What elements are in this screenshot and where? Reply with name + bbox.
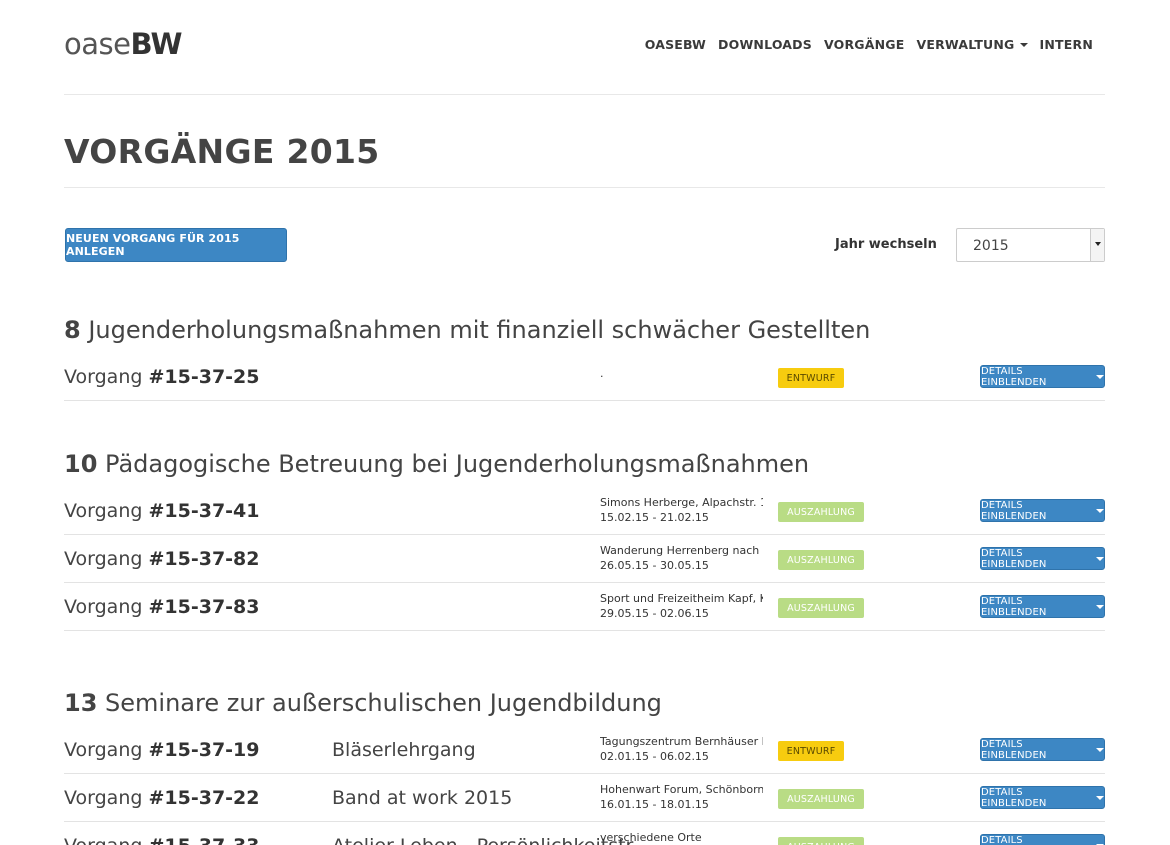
table-row: Vorgang #15-37-82 Wanderung Herrenberg n… xyxy=(64,535,1105,583)
status-badge: AUSZAHLUNG xyxy=(778,550,864,570)
vorgang-location: Sport und Freizeitheim Kapf, Kap 29.05.15… xyxy=(600,592,763,620)
status-badge: AUSZAHLUNG xyxy=(778,502,864,522)
details-button[interactable]: DETAILS EINBLENDEN xyxy=(980,786,1105,809)
vorgang-location: Simons Herberge, Alpachstr. 17, 15.02.15 … xyxy=(600,496,763,524)
table-row: Vorgang #15-37-22 Band at work 2015 Hohe… xyxy=(64,774,1105,822)
main-nav: OASEBW DOWNLOADS VORGÄNGE VERWALTUNG INT… xyxy=(645,37,1093,52)
header-divider xyxy=(64,94,1105,95)
vorgang-location: Wanderung Herrenberg nach St 26.05.15 - 3… xyxy=(600,544,763,572)
table-row: Vorgang #15-37-33 Atelier Leben - Persön… xyxy=(64,822,1105,845)
group-title: 13 Seminare zur außerschulischen Jugendb… xyxy=(64,689,662,717)
vorgang-location: verschiedene Orte xyxy=(600,831,702,844)
year-label: Jahr wechseln xyxy=(835,237,937,252)
chevron-down-icon xyxy=(1096,374,1104,379)
vorgang-id[interactable]: Vorgang #15-37-19 xyxy=(64,739,260,761)
status-badge: AUSZAHLUNG xyxy=(778,837,864,845)
nav-item-verwaltung[interactable]: VERWALTUNG xyxy=(916,37,1028,52)
vorgang-name: Band at work 2015 xyxy=(332,787,513,809)
table-row: Vorgang #15-37-83 Sport und Freizeitheim… xyxy=(64,583,1105,631)
vorgang-id[interactable]: Vorgang #15-37-82 xyxy=(64,548,260,570)
status-badge: ENTWURF xyxy=(778,368,844,388)
vorgang-location: Tagungszentrum Bernhäuser Fo 02.01.15 - 0… xyxy=(600,735,763,763)
group-title: 10 Pädagogische Betreuung bei Jugenderho… xyxy=(64,450,810,478)
nav-item-intern[interactable]: INTERN xyxy=(1040,37,1093,52)
details-button[interactable]: DETAILS EINBLENDEN xyxy=(980,547,1105,570)
brand-logo[interactable]: oaseBW xyxy=(64,27,182,61)
vorgang-id[interactable]: Vorgang #15-37-41 xyxy=(64,500,260,522)
vorgang-id[interactable]: Vorgang #15-37-83 xyxy=(64,596,260,618)
title-divider xyxy=(64,187,1105,188)
nav-item-downloads[interactable]: DOWNLOADS xyxy=(718,37,812,52)
nav-item-vorgaenge[interactable]: VORGÄNGE xyxy=(824,37,905,52)
status-badge: ENTWURF xyxy=(778,741,844,761)
chevron-down-icon xyxy=(1096,556,1104,561)
vorgang-location: Hohenwart Forum, Schönbornst 16.01.15 - 1… xyxy=(600,783,763,811)
details-button[interactable]: DETAILS EINBLENDEN xyxy=(980,499,1105,522)
table-row: Vorgang #15-37-19 Bläserlehrgang Tagungs… xyxy=(64,726,1105,774)
year-select[interactable]: 2015 xyxy=(956,228,1105,262)
vorgang-name: Bläserlehrgang xyxy=(332,739,476,761)
nav-item-oasebw[interactable]: OASEBW xyxy=(645,37,706,52)
table-row: Vorgang #15-37-25 . ENTWURF DETAILS EINB… xyxy=(64,353,1105,401)
details-button[interactable]: DETAILS EINBLENDEN xyxy=(980,595,1105,618)
vorgang-location: . xyxy=(600,367,604,380)
details-button[interactable]: DETAILS EINBLENDEN xyxy=(980,738,1105,761)
chevron-down-icon xyxy=(1096,747,1104,752)
chevron-down-icon xyxy=(1096,795,1104,800)
vorgang-name: Atelier Leben - Persönlichkeitstr xyxy=(332,835,633,845)
group-title: 8 Jugenderholungsmaßnahmen mit finanziel… xyxy=(64,316,871,344)
chevron-down-icon xyxy=(1096,604,1104,609)
new-vorgang-button[interactable]: NEUEN VORGANG FÜR 2015 ANLEGEN xyxy=(65,228,287,262)
chevron-down-icon xyxy=(1096,508,1104,513)
vorgang-id[interactable]: Vorgang #15-37-25 xyxy=(64,366,260,388)
vorgang-id[interactable]: Vorgang #15-37-33 xyxy=(64,835,260,845)
vorgang-id[interactable]: Vorgang #15-37-22 xyxy=(64,787,260,809)
select-arrow-icon xyxy=(1090,229,1104,261)
status-badge: AUSZAHLUNG xyxy=(778,789,864,809)
page-title: VORGÄNGE 2015 xyxy=(64,132,380,171)
table-row: Vorgang #15-37-41 Simons Herberge, Alpac… xyxy=(64,487,1105,535)
details-button[interactable]: DETAILS EINBLENDEN xyxy=(980,834,1105,845)
status-badge: AUSZAHLUNG xyxy=(778,598,864,618)
details-button[interactable]: DETAILS EINBLENDEN xyxy=(980,365,1105,388)
chevron-down-icon xyxy=(1019,42,1028,47)
year-select-value: 2015 xyxy=(973,238,1009,254)
